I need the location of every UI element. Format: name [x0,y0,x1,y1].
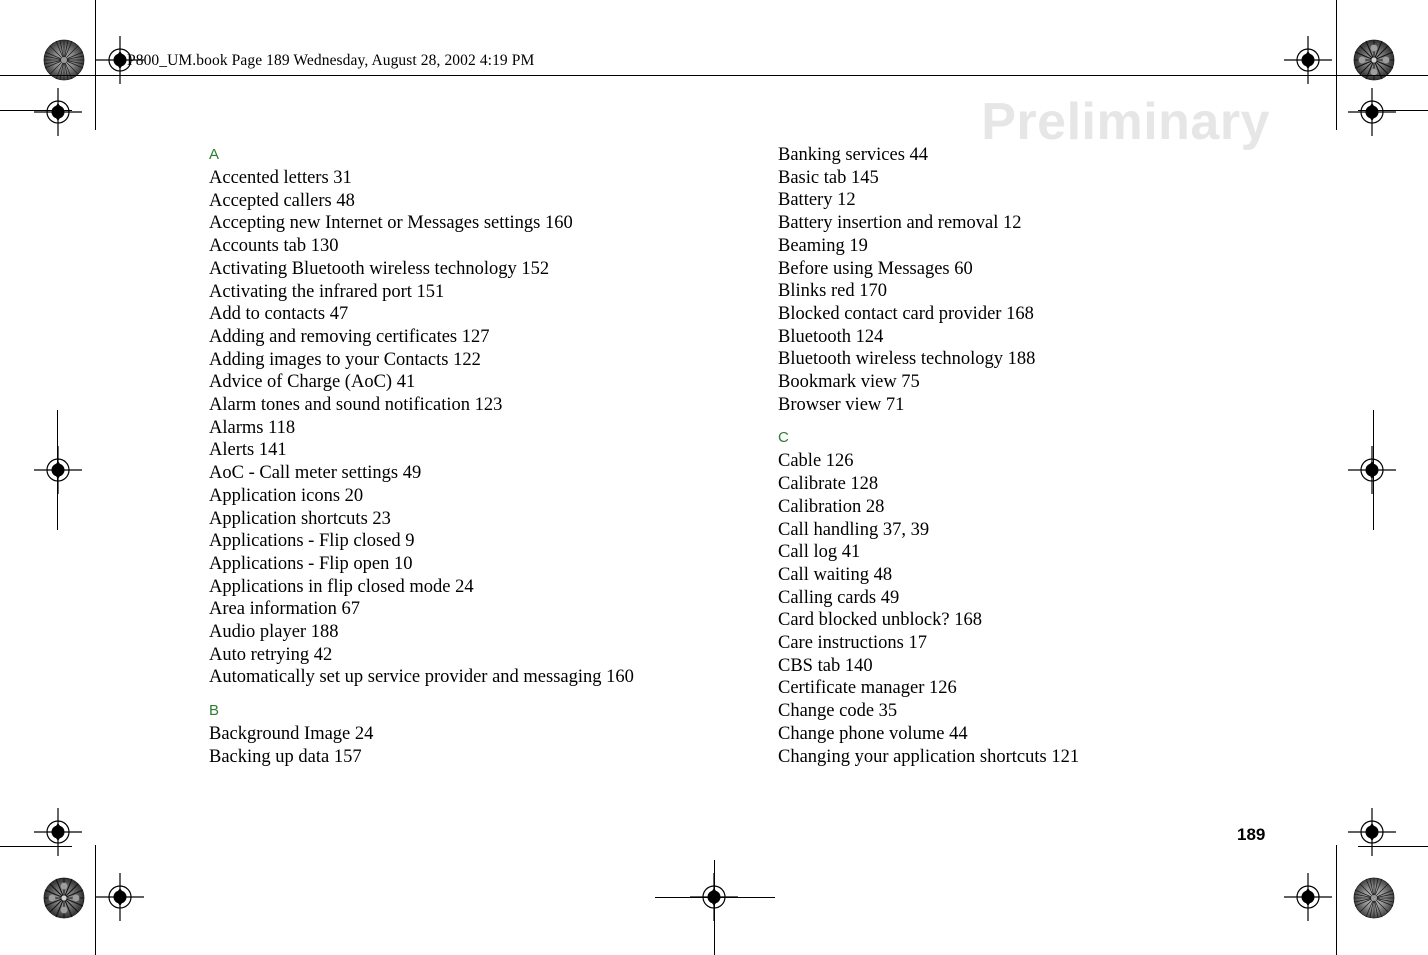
index-entry: Bookmark view 75 [778,372,920,393]
index-entry: Change phone volume 44 [778,723,968,744]
index-section-c: C Cable 126 Calibrate 128 Calibration 28 Cal… [778,427,1298,768]
index-entry: Application shortcuts 23 [209,508,391,529]
index-entry: Calibration 28 [778,496,885,517]
registration-target-footer-right [1284,873,1332,921]
color-rosette-bottom-left [42,876,86,920]
registration-target-bottom-right [1348,808,1396,856]
index-entry: CBS tab 140 [778,655,873,676]
index-entry: Blocked contact card provider 168 [778,303,1034,324]
index-entry: Card blocked unblock? 168 [778,610,982,631]
index-entry: Browser view 71 [778,394,905,415]
index-entry: AoC - Call meter settings 49 [209,463,422,484]
index-entry: Accounts tab 130 [209,236,339,257]
index-entry: Applications - Flip open 10 [209,553,413,574]
index-entry: Audio player 188 [209,622,339,643]
registration-target-header-right [1284,36,1332,84]
index-entry: Call handling 37, 39 [778,519,930,540]
index-entry: Area information 67 [209,599,361,620]
color-rosette-bottom-right [1352,876,1396,920]
index-entry: Battery 12 [778,190,856,211]
registration-target-mid-right [1348,446,1396,494]
index-entry: Accented letters 31 [209,168,352,188]
index-entry: Application icons 20 [209,485,364,506]
index-entry: Adding and removing certificates 127 [209,326,490,347]
index-entry: Cable 126 [778,451,854,472]
index-column-left: A Accented letters 31 Accepted callers 48 A… [209,144,729,769]
page-number: 189 [1237,825,1266,844]
index-entry: Accepted callers 48 [209,190,355,211]
index-section-b: B Background Image 24 Backing up data 157 [209,700,729,768]
index-entry: Change code 35 [778,701,898,722]
registration-target-footer-center [690,873,738,921]
index-entry: Activating Bluetooth wireless technology… [209,258,550,279]
index-section-continued: Banking services 44 Basic tab 145 Battery … [778,144,1298,416]
index-entry: Before using Messages 60 [778,258,973,279]
crop-line-right-bottom [1336,845,1337,955]
index-entry: Advice of Charge (AoC) 41 [209,372,416,393]
index-entry: Changing your application shortcuts 121 [778,746,1080,767]
index-entry: Adding images to your Contacts 122 [209,349,481,370]
preliminary-watermark: Preliminary [981,93,1270,151]
index-entry: Care instructions 17 [778,633,928,654]
registration-target-top-left [34,88,82,136]
index-entry: Backing up data 157 [209,746,362,767]
book-header-line: P800_UM.book Page 189 Wednesday, August … [127,52,535,69]
index-entry: Alerts 141 [209,440,287,461]
index-entry: Auto retrying 42 [209,644,333,665]
index-entry: Activating the infrared port 151 [209,281,445,302]
index-entry: Bluetooth 124 [778,326,884,347]
index-entry: Bluetooth wireless technology 188 [778,349,1036,370]
index-entry: Accepting new Internet or Messages setti… [209,213,573,234]
registration-target-mid-left [34,446,82,494]
index-entry: Banking services 44 [778,145,929,165]
crop-line-right [1336,0,1337,130]
index-entry: Add to contacts 47 [209,304,349,325]
index-entry: Alarms 118 [209,417,296,438]
index-entry: Blinks red 170 [778,281,887,302]
registration-target-bottom-left [34,808,82,856]
index-entry: Beaming 19 [778,235,868,256]
index-entry: Calling cards 49 [778,587,900,608]
registration-target-footer-left [96,873,144,921]
index-entry: Applications - Flip closed 9 [209,531,415,552]
index-section-a: A Accented letters 31 Accepted callers 48 A… [209,144,729,689]
index-entry: Calibrate 128 [778,474,879,495]
index-section-heading: B [209,702,220,720]
index-section-heading: A [209,146,220,163]
index-entry: Applications in flip closed mode 24 [209,576,474,597]
index-entry: Basic tab 145 [778,167,879,188]
index-entry: Background Image 24 [209,724,374,745]
index-column-right: Banking services 44 Basic tab 145 Battery … [778,144,1298,768]
index-entry: Call log 41 [778,542,861,563]
registration-target-top-right [1348,88,1396,136]
index-entry: Alarm tones and sound notification 123 [209,395,503,416]
index-entry: Call waiting 48 [778,564,893,585]
index-section-heading: C [778,429,789,447]
header-rule [0,75,1428,76]
index-entry: Certificate manager 126 [778,678,957,699]
index-entry: Battery insertion and removal 12 [778,213,1022,234]
printed-page: P800_UM.book Page 189 Wednesday, August … [0,0,1428,955]
index-entry: Automatically set up service provider an… [209,667,634,688]
